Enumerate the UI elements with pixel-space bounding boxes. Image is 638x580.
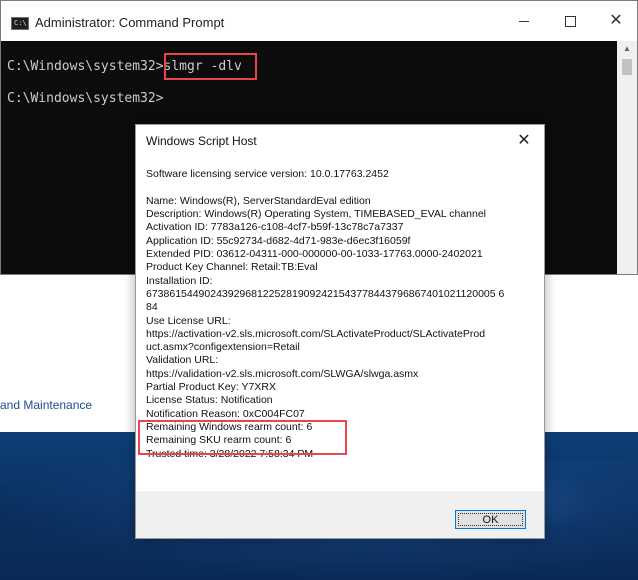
info-line: Application ID: 55c92734-d682-4d71-983e-… — [146, 234, 411, 247]
scroll-up-arrow-icon[interactable]: ▲ — [617, 41, 637, 57]
info-line: Use License URL: — [146, 314, 231, 327]
maximize-icon — [564, 15, 576, 27]
dialog-title: Windows Script Host — [146, 134, 257, 148]
close-button[interactable]: ✕ — [593, 1, 638, 41]
info-line: Product Key Channel: Retail:TB:Eval — [146, 261, 318, 274]
info-line: Software licensing service version: 10.0… — [146, 168, 389, 181]
focus-rectangle — [458, 513, 523, 526]
info-line: 6738615449024392968122528190924215437784… — [146, 287, 505, 300]
info-line: uct.asmx?configextension=Retail — [146, 341, 300, 354]
info-line: Activation ID: 7783a126-c108-4cf7-b59f-1… — [146, 221, 404, 234]
close-icon: ✕ — [517, 132, 531, 149]
info-line: Partial Product Key: Y7XRX — [146, 381, 276, 394]
info-line: License Status: Notification — [146, 394, 273, 407]
info-line: Installation ID: — [146, 274, 213, 287]
command-prompt-icon-label: C:\ — [14, 19, 27, 27]
cmd-window-title: Administrator: Command Prompt — [35, 15, 225, 30]
info-line: https://validation-v2.sls.microsoft.com/… — [146, 367, 419, 380]
ok-button[interactable]: OK — [455, 510, 526, 529]
minimize-icon — [519, 20, 529, 22]
maximize-button[interactable] — [547, 1, 593, 41]
info-line: Notification Reason: 0xC004FC07 — [146, 407, 305, 420]
info-line: https://activation-v2.sls.microsoft.com/… — [146, 327, 486, 340]
cmd-titlebar[interactable]: C:\ Administrator: Command Prompt ✕ — [1, 1, 637, 41]
windows-script-host-dialog[interactable]: Windows Script Host ✕ ​ Software licensi… — [135, 124, 545, 539]
info-line: 84 — [146, 301, 158, 314]
dialog-close-button[interactable]: ✕ — [514, 131, 534, 149]
close-icon: ✕ — [609, 12, 623, 29]
dialog-titlebar[interactable]: Windows Script Host ✕ — [136, 125, 544, 155]
command-highlight-box — [164, 53, 257, 80]
info-line: Description: Windows(R) Operating System… — [146, 208, 487, 221]
info-line: Extended PID: 03612-04311-000-000000-00-… — [146, 248, 483, 261]
info-line: ​ — [146, 155, 536, 168]
cmd-scrollbar[interactable]: ▲ — [617, 41, 637, 274]
rearm-count-highlight-box — [138, 420, 347, 455]
scrollbar-thumb[interactable] — [622, 59, 632, 75]
info-line: Name: Windows(R), ServerStandardEval edi… — [146, 194, 371, 207]
info-line: ​ — [146, 182, 536, 195]
console-line: C:\Windows\system32> — [7, 91, 164, 106]
minimize-button[interactable] — [501, 1, 547, 41]
license-info-text: ​ Software licensing service version: 10… — [146, 155, 536, 461]
info-line: Validation URL: — [146, 354, 219, 367]
background-window-text: and Maintenance — [0, 398, 93, 412]
command-prompt-icon: C:\ — [11, 17, 29, 30]
